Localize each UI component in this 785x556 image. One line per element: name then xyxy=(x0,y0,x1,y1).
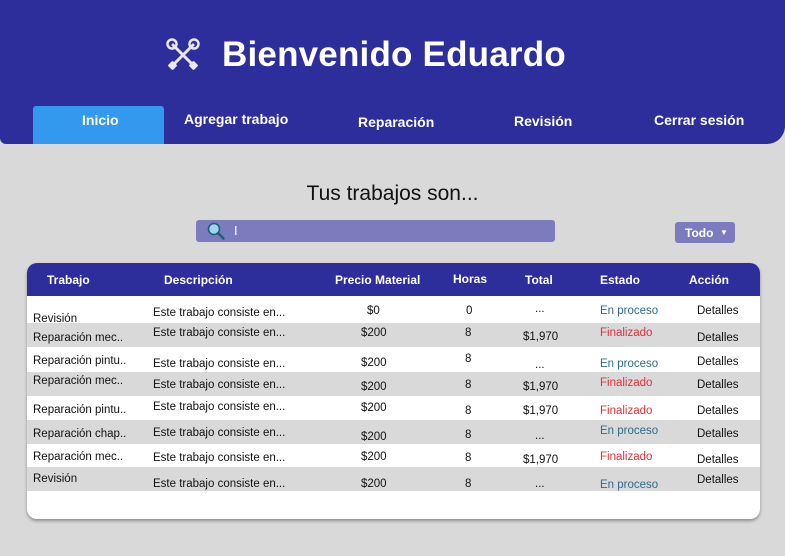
cell-trabajo: Reparación mec.. xyxy=(33,451,124,463)
cell-estado: Finalizado xyxy=(600,405,653,417)
cell-trabajo: Revisión xyxy=(33,473,78,485)
cell-precio: $0 xyxy=(367,305,380,317)
cell-precio: $200 xyxy=(361,327,387,339)
crossed-tools-icon xyxy=(166,38,200,70)
nav-revision[interactable]: Revisión xyxy=(514,113,572,129)
cell-horas: 8 xyxy=(465,353,472,365)
table-row: Reparación chap.. Este trabajo consiste e… xyxy=(27,420,760,444)
cell-estado: Finalizado xyxy=(600,451,653,463)
section-heading: Tus trabajos son... xyxy=(306,182,479,205)
cell-descripcion: Este trabajo consiste en... xyxy=(153,478,286,490)
cell-precio: $200 xyxy=(361,381,387,393)
col-accion: Acción xyxy=(689,273,730,287)
cell-trabajo: Reparación pintu.. xyxy=(33,355,127,367)
cell-estado: En proceso xyxy=(600,358,659,370)
cell-precio: $200 xyxy=(361,451,387,463)
cell-accion[interactable]: Detalles xyxy=(697,405,739,417)
cell-total: ... xyxy=(535,430,545,442)
cell-descripcion: Este trabajo consiste en... xyxy=(153,358,286,370)
table-row: Reparación pintu.. Este trabajo consiste … xyxy=(27,348,760,372)
cell-descripcion: Este trabajo consiste en... xyxy=(153,327,286,339)
filter-label: Todo xyxy=(685,226,714,240)
status-filter-dropdown[interactable]: Todo ▼ xyxy=(675,222,735,243)
table-row: Reparación mec.. Este trabajo consiste en… xyxy=(27,323,760,347)
cell-trabajo: Reparación chap.. xyxy=(33,428,127,440)
cell-accion[interactable]: Detalles xyxy=(697,356,739,368)
table-row: Reparación pintu.. Este trabajo consiste … xyxy=(27,397,760,421)
cell-precio: $200 xyxy=(361,402,387,414)
cell-total: $1,970 xyxy=(523,405,559,417)
col-horas: Horas xyxy=(453,272,488,286)
col-total: Total xyxy=(525,273,553,287)
table-header: Trabajo Descripción Precio Material Hora… xyxy=(27,263,760,296)
cell-trabajo: Reparación mec.. xyxy=(33,375,124,387)
col-estado: Estado xyxy=(600,273,641,287)
cell-precio: $200 xyxy=(361,357,387,369)
cell-descripcion: Este trabajo consiste en... xyxy=(153,307,286,319)
cell-accion[interactable]: Detalles xyxy=(697,454,739,466)
cell-total: ... xyxy=(535,359,545,371)
chevron-down-icon: ▼ xyxy=(720,228,728,237)
cell-total: $1,970 xyxy=(523,331,559,343)
cell-total: ... xyxy=(535,478,545,490)
app-header: Bienvenido Eduardo Inicio Agregar trabaj… xyxy=(0,0,785,144)
cell-horas: 8 xyxy=(465,452,472,464)
page-title: Bienvenido Eduardo xyxy=(222,35,566,74)
cell-trabajo: Reparación mec.. xyxy=(33,332,124,344)
cell-total: ... xyxy=(535,303,545,315)
cell-descripcion: Este trabajo consiste en... xyxy=(153,452,286,464)
search-input[interactable]: I xyxy=(234,223,238,238)
table-row: Reparación mec.. Este trabajo consiste en… xyxy=(27,444,760,468)
cell-horas: 8 xyxy=(465,379,472,391)
cell-horas: 8 xyxy=(465,429,472,441)
col-precio-material: Precio Material xyxy=(335,273,421,287)
nav-reparacion[interactable]: Reparación xyxy=(358,114,434,130)
search-bar[interactable]: I xyxy=(196,220,555,242)
cell-accion[interactable]: Detalles xyxy=(697,428,739,440)
cell-accion[interactable]: Detalles xyxy=(697,379,739,391)
table-row: Revisión Este trabajo consiste en... $200 8… xyxy=(27,467,760,491)
cell-precio: $200 xyxy=(361,431,387,443)
cell-descripcion: Este trabajo consiste en... xyxy=(153,401,286,413)
cell-estado: En proceso xyxy=(600,305,659,317)
search-icon xyxy=(207,222,225,240)
nav-cerrar-sesion[interactable]: Cerrar sesión xyxy=(654,112,744,128)
col-trabajo: Trabajo xyxy=(47,273,90,287)
cell-horas: 8 xyxy=(465,327,472,339)
cell-precio: $200 xyxy=(361,478,387,490)
jobs-table: Trabajo Descripción Precio Material Hora… xyxy=(27,263,760,519)
cell-accion[interactable]: Detalles xyxy=(697,332,739,344)
nav-agregar-trabajo[interactable]: Agregar trabajo xyxy=(184,111,288,127)
cell-trabajo: Reparación pintu.. xyxy=(33,404,127,416)
cell-horas: 0 xyxy=(466,305,473,317)
cell-horas: 8 xyxy=(465,405,472,417)
cell-total: $1,970 xyxy=(523,454,559,466)
cell-accion[interactable]: Detalles xyxy=(697,474,739,486)
cell-estado: En proceso xyxy=(600,425,659,437)
nav-inicio[interactable]: Inicio xyxy=(82,112,119,128)
brand: Bienvenido Eduardo xyxy=(166,30,566,80)
cell-estado: Finalizado xyxy=(600,327,653,339)
cell-descripcion: Este trabajo consiste en... xyxy=(153,427,286,439)
cell-estado: Finalizado xyxy=(600,377,653,389)
cell-horas: 8 xyxy=(465,478,472,490)
cell-total: $1,970 xyxy=(523,381,559,393)
cell-estado: En proceso xyxy=(600,479,659,491)
table-row: Revisión Este trabajo consiste en... $0 0..… xyxy=(27,300,760,325)
table-row: Reparación mec.. Este trabajo consiste en… xyxy=(27,372,760,396)
cell-descripcion: Este trabajo consiste en... xyxy=(153,379,286,391)
cell-accion[interactable]: Detalles xyxy=(697,305,739,317)
col-descripcion: Descripción xyxy=(164,273,233,287)
